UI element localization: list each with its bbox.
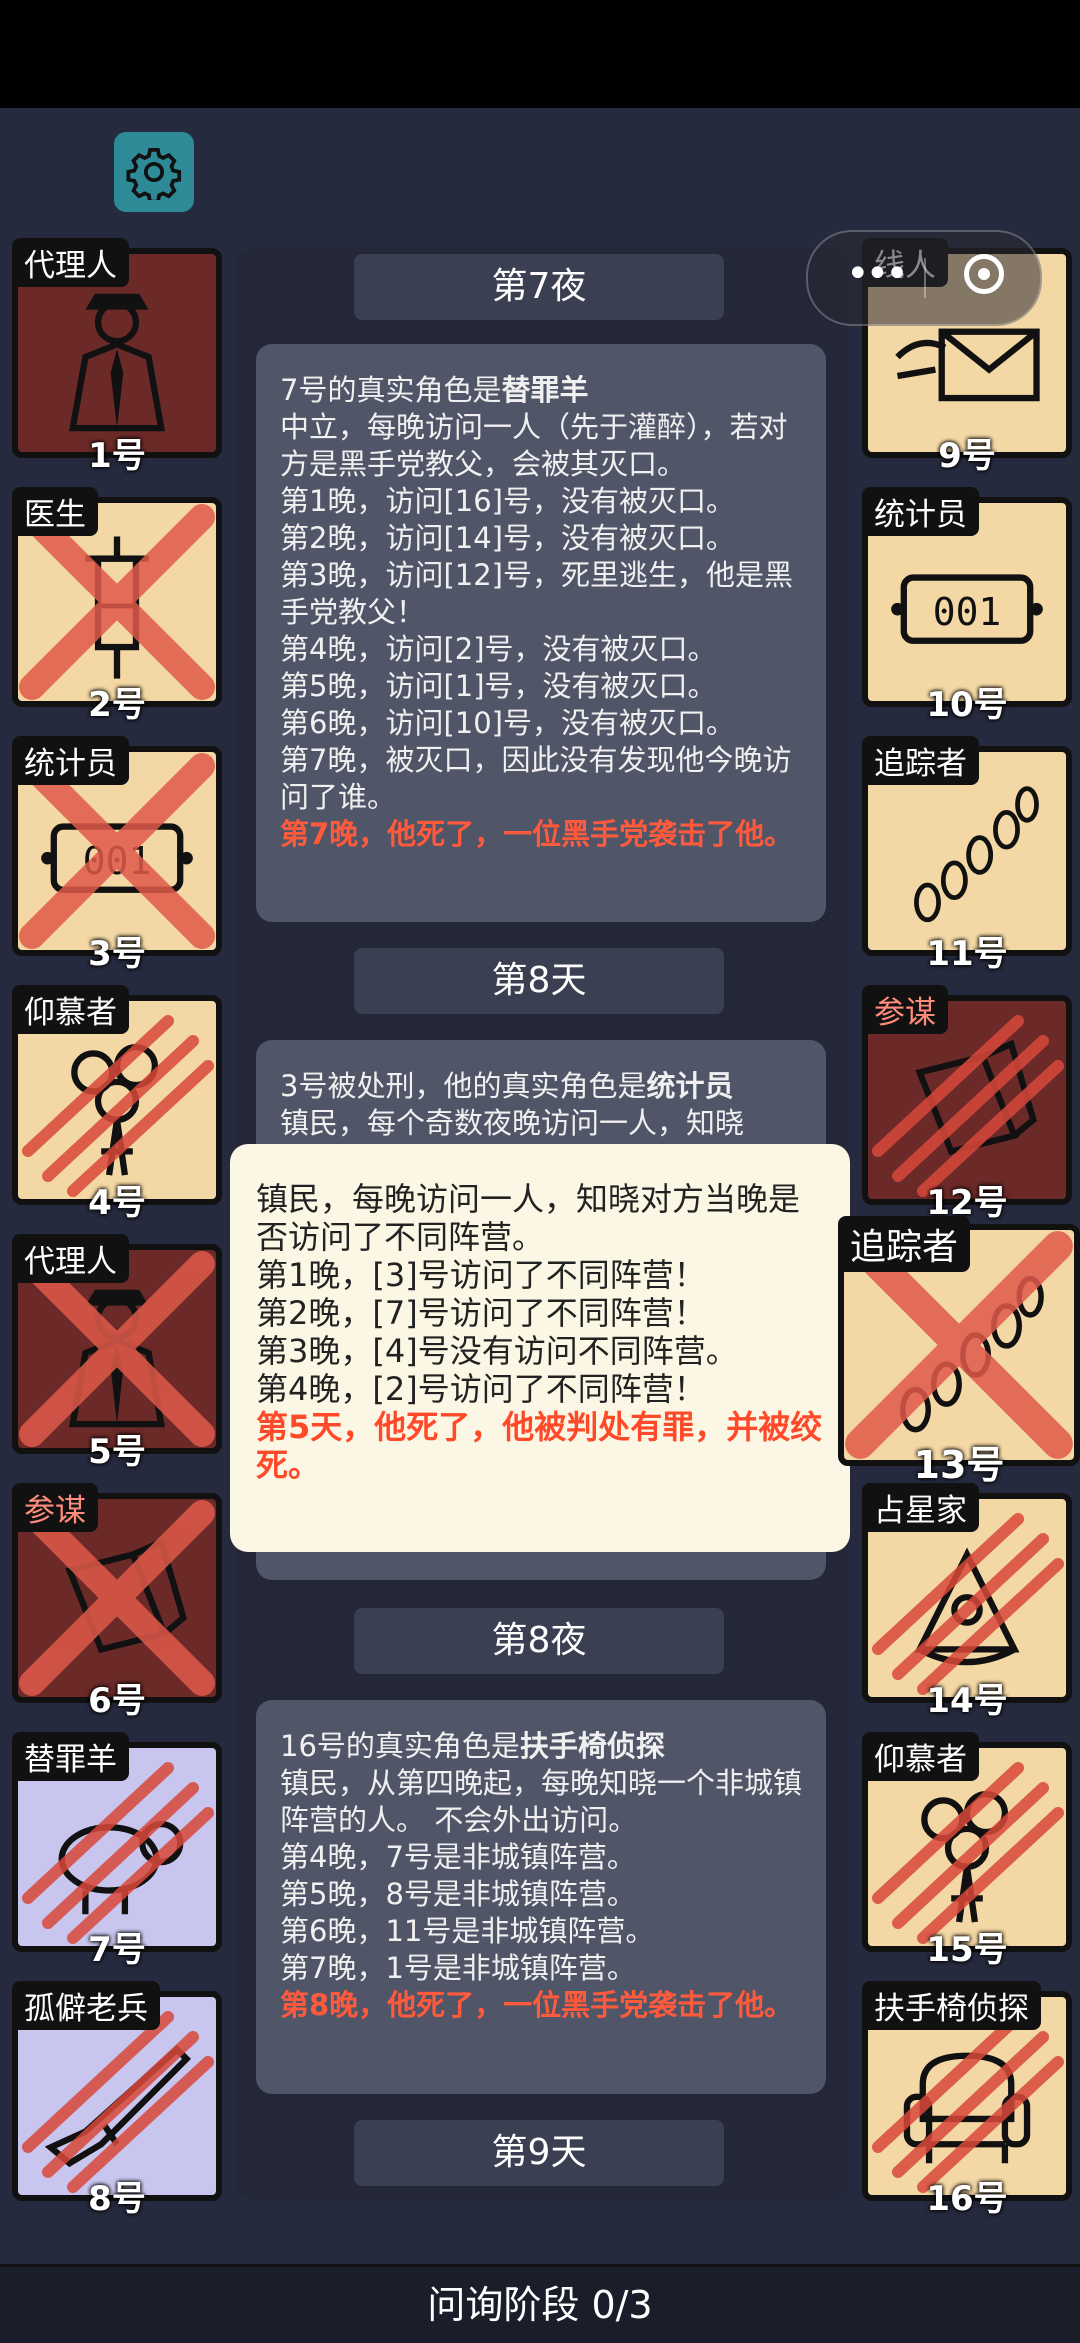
footprints-icon: [914, 786, 1039, 923]
player-card-14号[interactable]: 占星家 14号: [862, 1483, 1072, 1733]
msg-prefix: 16号的真实角色是: [280, 1729, 520, 1763]
player-card-12号[interactable]: 参谋 12号: [862, 985, 1072, 1235]
player-card-5号[interactable]: 代理人 5号: [12, 1234, 222, 1484]
gear-icon: [126, 147, 182, 200]
role-tag: 仰慕者: [862, 1732, 979, 1781]
player-card-15号[interactable]: 仰慕者 15号: [862, 1732, 1072, 1982]
player-card-4号[interactable]: 仰慕者 4号: [12, 985, 222, 1235]
msg-death-line: 第7晚，他死了，一位黑手党袭击了他。: [280, 817, 794, 851]
player-card-3号[interactable]: 001统计员3号: [12, 736, 222, 986]
msg-line: 镇民，从第四晚起，每晚知晓一个非城镇阵营的人。 不会外出访问。: [280, 1766, 803, 1837]
player-number: 11号: [926, 934, 1008, 974]
target-icon[interactable]: [964, 254, 1004, 294]
popup-line: 第4晚，[2]号访问了不同阵营！: [256, 1370, 706, 1408]
counter-icon: 001: [891, 574, 1043, 644]
popup-line: 第2晚，[7]号访问了不同阵营！: [256, 1294, 706, 1332]
phase-label-night8: 第8夜: [354, 1608, 724, 1674]
msg-line: 第3晚，访问[12]号，死里逃生，他是黑手党教父！: [280, 558, 793, 629]
selected-player-card[interactable]: 追踪者 13号: [838, 1216, 1080, 1487]
player-card-2号[interactable]: 医生 2号: [12, 487, 222, 737]
msg-role: 扶手椅侦探: [519, 1729, 665, 1763]
player-number: 16号: [926, 2179, 1008, 2219]
more-button[interactable]: •••: [846, 254, 909, 294]
role-tag: 占星家: [862, 1483, 979, 1532]
msg-role: 替罪羊: [501, 373, 589, 407]
msg-line: 第4晚，7号是非城镇阵营。: [280, 1840, 636, 1874]
player-number: 2号: [88, 685, 146, 725]
popup-line: 第3晚，[4]号没有访问不同阵营。: [256, 1332, 738, 1370]
player-number: 7号: [88, 1930, 146, 1970]
popup-death-line: 第5天，他死了，他被判处有罪，并被绞死。: [256, 1408, 823, 1484]
inquiry-phase-bar: 问询阶段 0/3: [0, 2264, 1080, 2343]
role-tag: 参谋: [12, 1483, 98, 1532]
phase-label-day8: 第8天: [354, 948, 724, 1014]
player-number: 3号: [88, 934, 146, 974]
role-tag: 代理人: [12, 1234, 129, 1283]
msg-line: 第2晚，访问[14]号，没有被灭口。: [280, 521, 735, 555]
miniprogram-capsule: •••: [806, 230, 1042, 326]
role-tag: 追踪者: [838, 1216, 971, 1272]
phase-label-day9: 第9天: [354, 2120, 724, 2186]
role-tag: 孤僻老兵: [12, 1981, 160, 2030]
svg-text:001: 001: [933, 590, 1001, 634]
msg-line: 镇民，每个奇数夜晚访问一人，知晓: [280, 1106, 745, 1140]
player-card-6号[interactable]: 参谋 6号: [12, 1483, 222, 1733]
player-card-10号[interactable]: 001 统计员 10号: [862, 487, 1072, 737]
player-number: 15号: [926, 1930, 1008, 1970]
phase-label-night7: 第7夜: [354, 254, 724, 320]
player-card-16号[interactable]: 扶手椅侦探 16号: [862, 1981, 1072, 2231]
role-tag: 追踪者: [862, 736, 979, 785]
msg-line: 第5晚，8号是非城镇阵营。: [280, 1877, 636, 1911]
msg-line: 第1晚，访问[16]号，没有被灭口。: [280, 484, 735, 518]
player-card-8号[interactable]: 孤僻老兵 8号: [12, 1981, 222, 2231]
msg-prefix: 7号的真实角色是: [280, 373, 502, 407]
player-number: 9号: [938, 436, 996, 476]
role-tag: 统计员: [12, 736, 129, 785]
role-tag: 替罪羊: [12, 1732, 129, 1781]
msg-line: 第7晚，被灭口，因此没有发现他今晚访问了谁。: [280, 743, 792, 814]
msg-line: 中立，每晚访问一人（先于灌醉），若对方是黑手党教父，会被其灭口。: [280, 410, 788, 481]
player-number: 14号: [926, 1681, 1008, 1721]
player-info-popup[interactable]: 镇民，每晚访问一人，知晓对方当晚是否访问了不同阵营。 第1晚，[3]号访问了不同…: [230, 1144, 850, 1552]
player-number: 6号: [88, 1681, 146, 1721]
msg-line: 第4晚，访问[2]号，没有被灭口。: [280, 632, 717, 666]
player-card-1号[interactable]: 代理人 1号: [12, 238, 222, 488]
msg-line: 第5晚，访问[1]号，没有被灭口。: [280, 669, 717, 703]
player-number: 10号: [926, 685, 1008, 725]
role-tag: 参谋: [862, 985, 948, 1034]
msg-line: 第6晚，11号是非城镇阵营。: [280, 1914, 655, 1948]
player-number: 8号: [88, 2179, 146, 2219]
role-tag: 医生: [12, 487, 98, 536]
player-number: 5号: [88, 1432, 146, 1472]
msg-death-line: 第8晚，他死了，一位黑手党袭击了他。: [280, 1988, 794, 2022]
msg-line: 第6晚，访问[10]号，没有被灭口。: [280, 706, 735, 740]
role-tag: 扶手椅侦探: [862, 1981, 1041, 2030]
role-tag: 统计员: [862, 487, 979, 536]
msg-line: 第7晚，1号是非城镇阵营。: [280, 1951, 636, 1985]
settings-button[interactable]: [114, 132, 194, 212]
left-player-column: 代理人1号医生2号001统计员3号仰慕者4号代理人5号参谋6号替罪羊7号孤僻老兵…: [12, 238, 222, 2240]
player-card-7号[interactable]: 替罪羊 7号: [12, 1732, 222, 1982]
log-message-player16: 16号的真实角色是扶手椅侦探 镇民，从第四晚起，每晚知晓一个非城镇阵营的人。 不…: [256, 1700, 826, 2094]
player-number: 13号: [913, 1443, 1005, 1487]
player-number: 4号: [88, 1183, 146, 1223]
msg-role: 统计员: [646, 1069, 734, 1103]
status-bar: [0, 0, 1080, 108]
msg-prefix: 3号被处刑，他的真实角色是: [280, 1069, 647, 1103]
player-number: 1号: [88, 436, 146, 476]
player-card-11号[interactable]: 追踪者 11号: [862, 736, 1072, 986]
role-tag: 代理人: [12, 238, 129, 287]
agent-icon: [68, 293, 166, 432]
capsule-divider: [924, 258, 926, 298]
role-tag: 仰慕者: [12, 985, 129, 1034]
popup-line: 第1晚，[3]号访问了不同阵营！: [256, 1256, 706, 1294]
log-message-player7: 7号的真实角色是替罪羊 中立，每晚访问一人（先于灌醉），若对方是黑手党教父，会被…: [256, 344, 826, 922]
popup-line: 镇民，每晚访问一人，知晓对方当晚是否访问了不同阵营。: [256, 1180, 801, 1256]
